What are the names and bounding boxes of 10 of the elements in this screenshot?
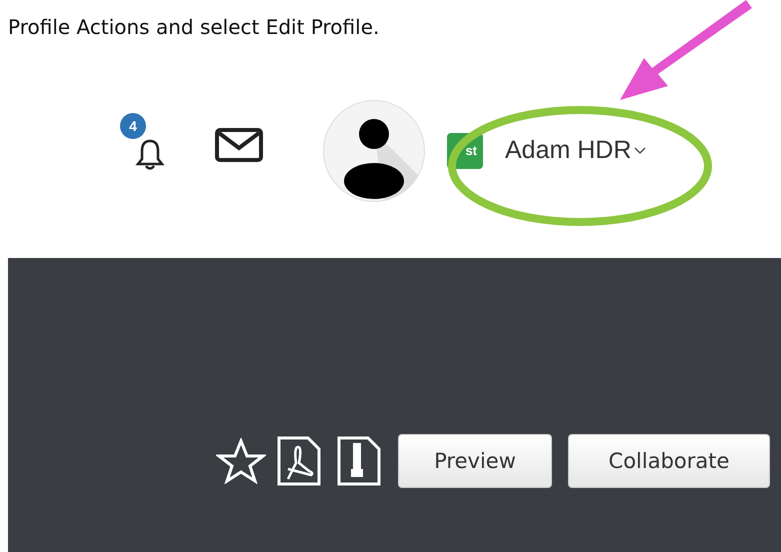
user-name[interactable]: Adam HDR (505, 136, 632, 165)
notification-count: 4 (120, 112, 146, 138)
preview-button[interactable]: Preview (398, 434, 552, 488)
star-icon[interactable] (216, 438, 266, 484)
chevron-icon[interactable] (634, 146, 646, 154)
collaborate-button[interactable]: Collaborate (568, 434, 770, 488)
zip-file-icon[interactable] (336, 435, 382, 487)
mail-icon[interactable] (215, 128, 263, 162)
instruction-text: Profile Actions and select Edit Profile. (7, 14, 380, 41)
pdf-file-icon[interactable] (276, 435, 322, 487)
